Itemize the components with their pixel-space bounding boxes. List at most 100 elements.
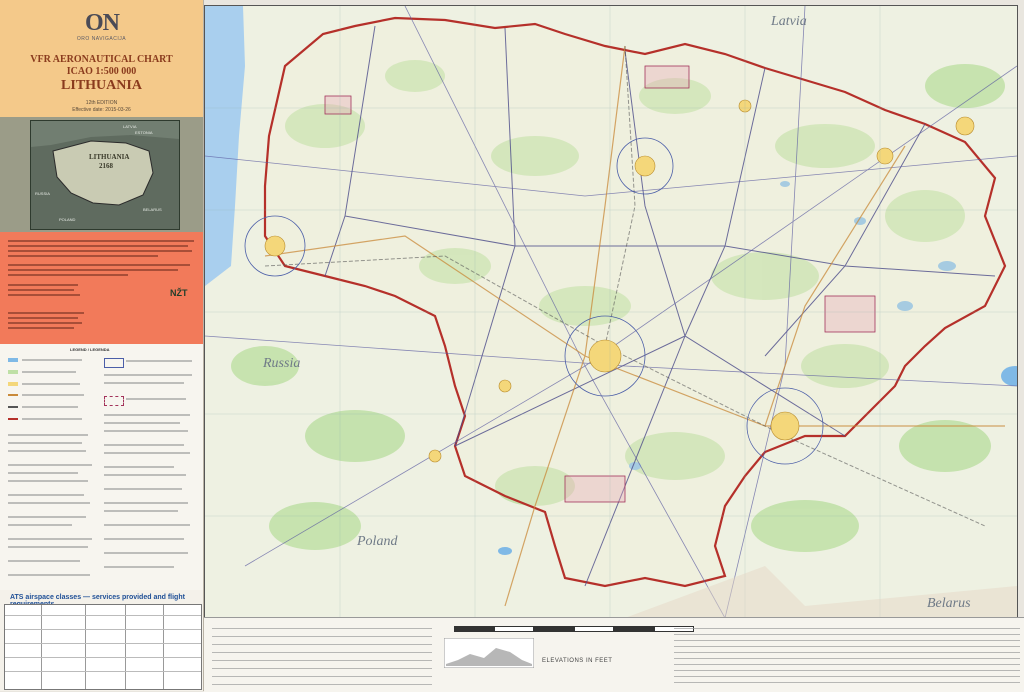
legend-row: [104, 374, 192, 376]
table-row: [212, 660, 432, 661]
legend-row: [104, 524, 190, 526]
index-label-belarus: BELARUS: [143, 207, 162, 212]
legend-row: [104, 502, 188, 504]
index-sheet-number: 2168: [99, 162, 113, 170]
legend-ctr-symbol: [104, 358, 124, 368]
index-label-estonia: ESTONIA: [135, 130, 153, 135]
table-row: [674, 634, 1020, 635]
chart-cover-panel: ON ORO NAVIGACIJA VFR AERONAUTICAL CHART…: [0, 0, 204, 691]
legend-row: [8, 574, 90, 576]
chart-bottom-tables: ELEVATIONS IN FEET: [204, 617, 1024, 692]
legend-row: [8, 560, 80, 562]
legend-row: [22, 359, 82, 361]
legend-road-symbol: [8, 394, 18, 396]
table-row: [674, 682, 1020, 683]
table-row: [212, 684, 432, 685]
info-text-line: [8, 317, 78, 319]
table-row-divider: [5, 657, 201, 658]
chart-country-title: LITHUANIA: [61, 78, 142, 93]
legend-row: [126, 398, 186, 400]
country-label-russia: Russia: [263, 356, 301, 371]
info-text-line: [8, 269, 178, 271]
info-text-line: [8, 250, 192, 252]
legend-water-symbol: [8, 358, 18, 362]
edition-text: 12th EDITION: [85, 100, 118, 106]
info-text-line: [8, 312, 84, 314]
cover-title-block: ON ORO NAVIGACIJA VFR AERONAUTICAL CHART…: [0, 0, 203, 117]
info-text-line: [8, 284, 78, 286]
info-text-line: [8, 327, 74, 329]
table-row: [212, 644, 432, 645]
legend-row: [8, 464, 92, 466]
info-text-line: [8, 322, 82, 324]
legend-row: [8, 502, 90, 504]
legend-row: [104, 538, 184, 540]
legend-row: [8, 480, 88, 482]
info-text-line: [8, 264, 190, 266]
legend-row: [22, 383, 80, 385]
index-map-panel: LATVIA ESTONIA RUSSIA BELARUS POLAND LIT…: [0, 117, 203, 232]
map-graphic: [205, 6, 1017, 618]
table-row: [212, 628, 432, 629]
table-row-divider: [5, 671, 201, 672]
scale-bar-segment: [454, 626, 494, 632]
legend-restricted-symbol: [104, 396, 124, 406]
chart-info-panel: NŽT: [0, 232, 203, 344]
legend-row: [126, 360, 192, 362]
scale-bar: [454, 626, 694, 632]
legend-row: [22, 418, 82, 420]
logo-subtitle: ORO NAVIGACIJA: [76, 36, 127, 42]
table-row: [212, 676, 432, 677]
table-column-divider: [85, 605, 86, 689]
info-text-line: [8, 294, 80, 296]
legend-row: [104, 510, 178, 512]
reporting-points-table: [674, 624, 1020, 688]
map-legend: LEGEND / LEGENDA: [0, 344, 203, 590]
info-text-line: [8, 289, 74, 291]
effective-date-text: Effective date: 2015-03-26: [72, 107, 131, 113]
chart-scale-title: ICAO 1:500 000: [66, 66, 137, 77]
table-row-divider: [5, 615, 201, 616]
legend-border-symbol: [8, 418, 18, 420]
vfr-chart-map[interactable]: Latvia Russia Poland Belarus: [204, 5, 1018, 619]
info-text-line: [8, 255, 158, 257]
legend-row: [8, 546, 88, 548]
table-row-divider: [5, 643, 201, 644]
table-column-divider: [41, 605, 42, 689]
coordinates-table: [212, 624, 432, 688]
legend-row: [8, 450, 86, 452]
legend-row: [104, 430, 188, 432]
index-label-russia: RUSSIA: [35, 191, 50, 196]
legend-row: [8, 494, 84, 496]
country-label-latvia: Latvia: [771, 14, 807, 29]
legend-forest-symbol: [8, 370, 18, 374]
elevations-label: ELEVATIONS IN FEET: [542, 658, 613, 664]
legend-town-symbol: [8, 382, 18, 386]
table-row: [212, 668, 432, 669]
table-row: [674, 670, 1020, 671]
legend-heading: LEGEND / LEGENDA: [70, 347, 110, 352]
legend-row: [22, 371, 76, 373]
table-row-divider: [5, 629, 201, 630]
table-row: [674, 640, 1020, 641]
table-row: [674, 652, 1020, 653]
legend-row: [8, 538, 92, 540]
legend-row: [104, 488, 182, 490]
table-row: [212, 652, 432, 653]
elevation-profile: [444, 638, 534, 668]
index-label-latvia: LATVIA: [123, 124, 137, 129]
country-label-belarus: Belarus: [927, 596, 971, 611]
info-text-line: [8, 274, 128, 276]
legend-row: [104, 552, 188, 554]
scale-bar-segment: [614, 626, 654, 632]
ats-classes-table: [4, 604, 202, 690]
info-text-line: [8, 240, 194, 242]
table-row: [212, 636, 432, 637]
legend-row: [104, 422, 180, 424]
legend-row: [8, 524, 72, 526]
scale-bar-segment: [574, 626, 614, 632]
info-text-line: [8, 245, 188, 247]
legend-row: [104, 382, 184, 384]
legend-row: [8, 472, 78, 474]
scale-bar-segment: [534, 626, 574, 632]
